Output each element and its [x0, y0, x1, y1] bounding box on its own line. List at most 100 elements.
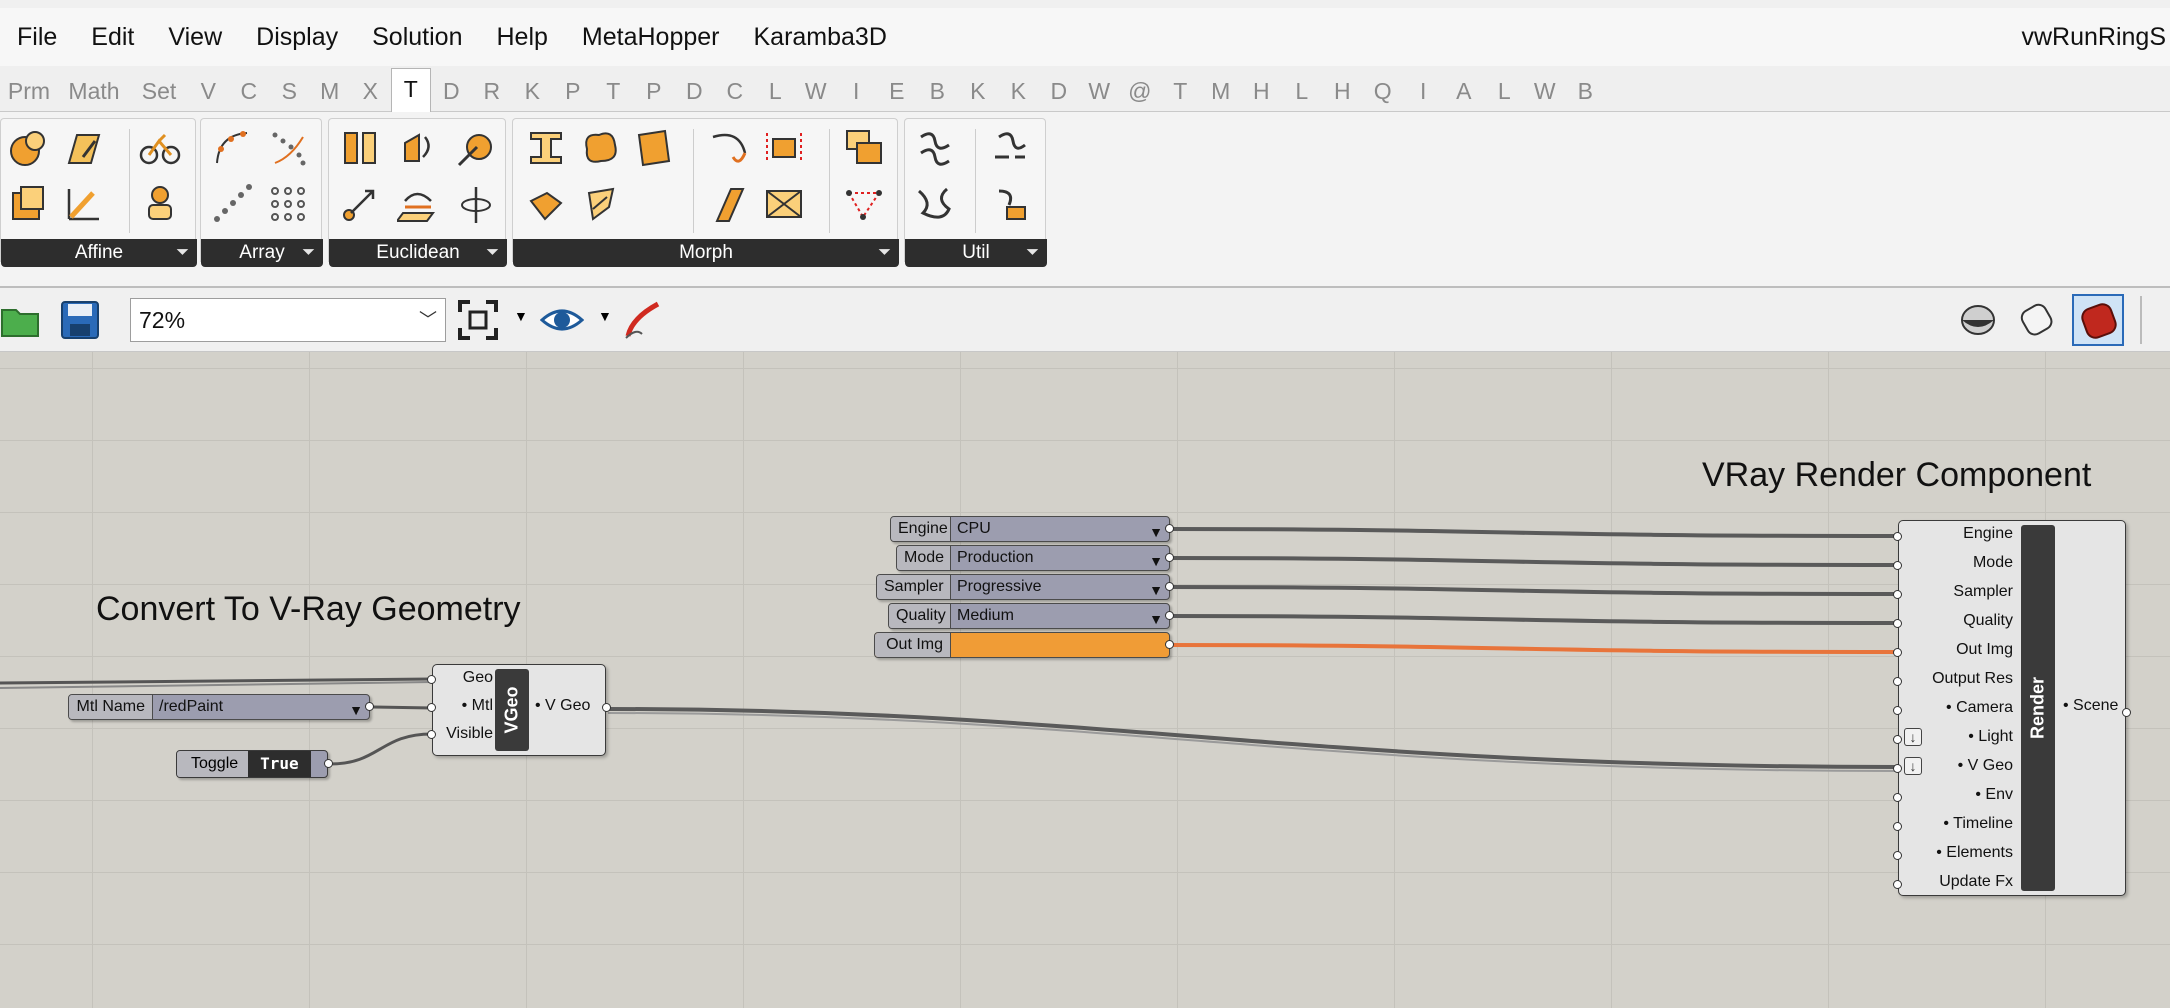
output-pin-vgeo[interactable]: • V Geo	[535, 697, 590, 715]
tab-prm-0[interactable]: Prm	[0, 74, 58, 112]
input-pin-elements[interactable]: • Elements	[1936, 844, 2013, 862]
input-port[interactable]	[1893, 822, 1902, 831]
project-icon[interactable]	[63, 183, 105, 225]
orient-plane-icon[interactable]	[397, 183, 439, 225]
input-port[interactable]	[1893, 793, 1902, 802]
dropdown-triangle-icon[interactable]: ▼	[1149, 578, 1163, 602]
output-port[interactable]	[1165, 582, 1174, 591]
bend-deform-icon[interactable]	[525, 127, 567, 169]
value-list-engine[interactable]: Engine CPU ▼	[890, 516, 1170, 542]
zoom-extents-dropdown-arrow[interactable]: ▼	[514, 308, 528, 324]
shear-icon[interactable]	[63, 127, 105, 169]
map-to-surface-icon[interactable]	[579, 183, 621, 225]
input-pin-timeline[interactable]: • Timeline	[1943, 815, 2013, 833]
transform-scramble-icon[interactable]	[913, 183, 955, 225]
input-port[interactable]	[1893, 851, 1902, 860]
list-expand-icon[interactable]: ↓	[1904, 728, 1922, 746]
input-port[interactable]	[1893, 590, 1902, 599]
tab-w-18[interactable]: W	[796, 74, 837, 112]
input-pin-v-geo[interactable]: • V Geo	[1958, 757, 2013, 775]
tab-m-28[interactable]: M	[1201, 74, 1242, 112]
rotate-3d-icon[interactable]	[455, 127, 497, 169]
input-port[interactable]	[1893, 706, 1902, 715]
tab-set-2[interactable]: Set	[130, 74, 188, 112]
input-port[interactable]	[1893, 561, 1902, 570]
ribbon-group-label-array[interactable]: Array ⏷	[201, 239, 323, 267]
tab-b-37[interactable]: B	[1565, 74, 1606, 112]
value-list-quality[interactable]: Quality Medium ▼	[888, 603, 1170, 629]
dropdown-triangle-icon[interactable]: ▼	[1149, 549, 1163, 573]
stretch-icon[interactable]	[763, 127, 805, 169]
tab-at-26[interactable]: @	[1120, 74, 1161, 112]
output-port[interactable]	[2122, 708, 2131, 717]
grasshopper-canvas[interactable]: Convert To V-Ray Geometry VRay Render Co…	[0, 352, 2170, 1008]
zoom-level-select[interactable]: 72% ﹀	[130, 298, 446, 342]
dropdown-triangle-icon[interactable]: ▼	[1149, 607, 1163, 631]
component-core[interactable]: Render	[2021, 525, 2055, 891]
menu-solution[interactable]: Solution	[355, 8, 479, 66]
vgeo-component[interactable]: Geo • Mtl Visible VGeo • V Geo	[432, 664, 606, 756]
menu-help[interactable]: Help	[479, 8, 564, 66]
flow-icon[interactable]	[709, 127, 751, 169]
move-icon[interactable]	[339, 183, 381, 225]
surface-morph-icon[interactable]	[525, 183, 567, 225]
tab-l-35[interactable]: L	[1484, 74, 1525, 112]
tab-m-6[interactable]: M	[310, 74, 351, 112]
input-port[interactable]	[1893, 619, 1902, 628]
curve-array-icon[interactable]	[211, 127, 253, 169]
bicycle-icon[interactable]	[139, 127, 181, 169]
input-pin-light[interactable]: • Light	[1968, 728, 2013, 746]
tab-r-10[interactable]: R	[472, 74, 513, 112]
sketch-pen-icon[interactable]	[622, 298, 666, 342]
output-port[interactable]	[1165, 640, 1174, 649]
output-pin-scene[interactable]: • Scene	[2063, 697, 2118, 715]
input-pin-camera[interactable]: • Camera	[1946, 699, 2013, 717]
input-port[interactable]	[1893, 764, 1902, 773]
menu-display[interactable]: Display	[239, 8, 355, 66]
tab-a-34[interactable]: A	[1444, 74, 1485, 112]
tab-x-7[interactable]: X	[350, 74, 391, 112]
orient-icon[interactable]	[7, 127, 49, 169]
input-pin-visible[interactable]: Visible	[446, 725, 493, 743]
box-morph-icon[interactable]	[633, 127, 675, 169]
dropdown-triangle-icon[interactable]: ▼	[1149, 520, 1163, 544]
ribbon-group-label-affine[interactable]: Affine ⏷	[1, 239, 197, 267]
menu-karamba3d[interactable]: Karamba3D	[736, 8, 903, 66]
tab-l-30[interactable]: L	[1282, 74, 1323, 112]
tab-d-9[interactable]: D	[431, 74, 472, 112]
menu-metahopper[interactable]: MetaHopper	[565, 8, 737, 66]
input-port[interactable]	[1893, 677, 1902, 686]
tab-w-36[interactable]: W	[1525, 74, 1566, 112]
tab-t-13[interactable]: T	[593, 74, 634, 112]
scale-person-icon[interactable]	[139, 183, 181, 225]
input-port[interactable]	[427, 730, 436, 739]
rotate-icon[interactable]	[397, 127, 439, 169]
output-port[interactable]	[1165, 553, 1174, 562]
tab-w-25[interactable]: W	[1079, 74, 1120, 112]
menu-file[interactable]: File	[0, 8, 74, 66]
output-port[interactable]	[602, 703, 611, 712]
tab-c-4[interactable]: C	[229, 74, 270, 112]
panel-out-img[interactable]: Out Img	[874, 632, 1170, 658]
input-pin-quality[interactable]: Quality	[1963, 612, 2013, 630]
tab-k-11[interactable]: K	[512, 74, 553, 112]
tab-i-19[interactable]: I	[836, 74, 877, 112]
tab-e-20[interactable]: E	[877, 74, 918, 112]
preview-eye-icon[interactable]	[540, 298, 584, 342]
render-preview-button[interactable]	[2072, 294, 2124, 346]
input-pin-mtl[interactable]: • Mtl	[462, 697, 493, 715]
input-pin-sampler[interactable]: Sampler	[1953, 583, 2013, 601]
ribbon-group-label-morph[interactable]: Morph ⏷	[513, 239, 899, 267]
point-deform-icon[interactable]	[843, 183, 885, 225]
tab-h-29[interactable]: H	[1241, 74, 1282, 112]
spatial-deform-icon[interactable]	[709, 183, 751, 225]
mirror-icon[interactable]	[339, 127, 381, 169]
input-pin-env[interactable]: • Env	[1975, 786, 2013, 804]
camera-obscura-icon[interactable]	[843, 127, 885, 169]
component-core[interactable]: VGeo	[495, 669, 529, 751]
input-pin-geo[interactable]: Geo	[463, 669, 493, 687]
output-port[interactable]	[1165, 524, 1174, 533]
menu-edit[interactable]: Edit	[74, 8, 151, 66]
tab-c-16[interactable]: C	[715, 74, 756, 112]
box-map-icon[interactable]	[7, 183, 49, 225]
